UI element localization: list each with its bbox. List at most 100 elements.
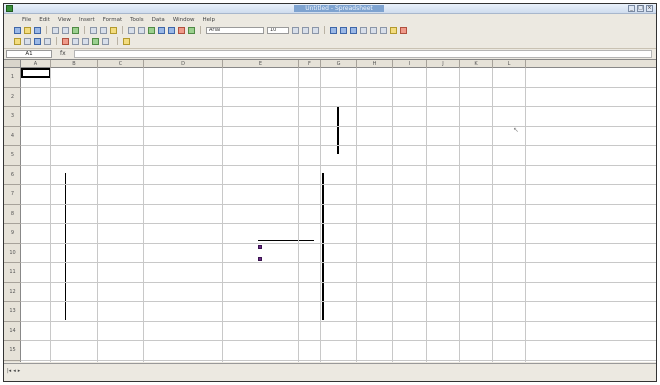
row-header[interactable]: 6 <box>4 166 21 185</box>
font-size-select[interactable]: 10 <box>267 26 289 34</box>
spellcheck-icon[interactable] <box>72 26 79 34</box>
percent-icon[interactable] <box>380 26 387 34</box>
column-header[interactable]: H <box>357 60 393 68</box>
function-icon[interactable] <box>44 37 51 45</box>
cell-area[interactable]: ↖ <box>21 68 656 362</box>
column-header[interactable]: G <box>321 60 357 68</box>
column-header[interactable]: B <box>51 60 98 68</box>
highlight-icon[interactable] <box>123 37 130 45</box>
select-all-corner[interactable] <box>4 60 21 68</box>
legend-entry <box>258 245 265 249</box>
maximize-button[interactable]: □ <box>637 5 644 12</box>
insert-row-icon[interactable] <box>72 37 79 45</box>
underline-icon[interactable] <box>312 26 319 34</box>
next-sheet-icon[interactable]: ▸ <box>18 368 21 374</box>
column-header[interactable]: J <box>427 60 460 68</box>
menu-data[interactable]: Data <box>152 17 165 23</box>
embedded-chart[interactable] <box>65 173 324 320</box>
menu-tools[interactable]: Tools <box>130 17 144 23</box>
new-document-icon[interactable] <box>14 26 21 34</box>
grid-line <box>21 203 656 205</box>
bold-icon[interactable] <box>292 26 299 34</box>
toolbar-separator <box>324 26 325 34</box>
print-icon[interactable] <box>52 26 59 34</box>
undo-icon[interactable] <box>128 26 135 34</box>
row-header[interactable]: 14 <box>4 322 21 341</box>
first-sheet-icon[interactable]: |◂ <box>7 368 11 374</box>
chart-icon[interactable] <box>178 26 185 34</box>
column-header[interactable]: D <box>144 60 223 68</box>
copy-icon[interactable] <box>100 26 107 34</box>
freeze-icon[interactable] <box>102 37 109 45</box>
row-header[interactable]: 2 <box>4 88 21 107</box>
font-color-icon[interactable] <box>400 26 407 34</box>
row-headers: 1 2 3 4 5 6 7 8 9 10 11 12 13 14 15 <box>4 68 21 362</box>
redo-icon[interactable] <box>138 26 145 34</box>
insert-column-icon[interactable] <box>82 37 89 45</box>
row-header[interactable]: 7 <box>4 185 21 205</box>
column-header[interactable]: I <box>393 60 427 68</box>
font-name-select[interactable]: Arial <box>206 26 264 34</box>
sort-ascending-icon[interactable] <box>158 26 165 34</box>
grid-line <box>21 145 656 146</box>
grid-line <box>21 125 656 127</box>
menu-edit[interactable]: Edit <box>39 17 50 23</box>
row-header[interactable]: 10 <box>4 244 21 263</box>
menu-format[interactable]: Format <box>103 17 122 23</box>
save-icon[interactable] <box>34 26 41 34</box>
minimize-button[interactable]: _ <box>628 5 635 12</box>
align-right-icon[interactable] <box>350 26 357 34</box>
paste-icon[interactable] <box>110 26 117 34</box>
italic-icon[interactable] <box>302 26 309 34</box>
menu-file[interactable]: File <box>22 17 31 23</box>
row-header[interactable]: 5 <box>4 146 21 166</box>
column-header[interactable]: L <box>493 60 526 68</box>
row-header[interactable]: 1 <box>4 68 21 88</box>
currency-icon[interactable] <box>370 26 377 34</box>
chart-border-right <box>322 173 324 320</box>
column-header[interactable]: F <box>299 60 321 68</box>
cut-icon[interactable] <box>90 26 97 34</box>
column-header[interactable]: C <box>98 60 144 68</box>
column-header[interactable]: K <box>460 60 493 68</box>
close-button[interactable]: × <box>646 5 653 12</box>
menu-insert[interactable]: Insert <box>79 17 95 23</box>
hyperlink-icon[interactable] <box>148 26 155 34</box>
selected-cell[interactable] <box>21 68 51 78</box>
row-header[interactable]: 9 <box>4 224 21 244</box>
grid-line <box>356 68 357 362</box>
folder-icon[interactable] <box>14 37 21 45</box>
menu-window[interactable]: Window <box>173 17 195 23</box>
align-left-icon[interactable] <box>330 26 337 34</box>
function-wizard-icon[interactable]: fx <box>60 50 70 58</box>
menu-view[interactable]: View <box>58 17 71 23</box>
formula-input[interactable] <box>74 49 652 58</box>
table-icon[interactable] <box>24 37 31 45</box>
merge-cells-icon[interactable] <box>360 26 367 34</box>
grid-line <box>492 68 493 362</box>
row-header[interactable]: 11 <box>4 263 21 283</box>
delete-icon[interactable] <box>62 37 69 45</box>
row-header[interactable]: 4 <box>4 127 21 146</box>
column-header[interactable]: A <box>21 60 51 68</box>
column-header[interactable]: E <box>223 60 299 68</box>
row-header[interactable]: 13 <box>4 302 21 322</box>
row-header[interactable]: 15 <box>4 341 21 361</box>
menu-help[interactable]: Help <box>203 17 216 23</box>
prev-sheet-icon[interactable]: ◂ <box>13 368 16 374</box>
row-header[interactable]: 3 <box>4 107 21 127</box>
row-header[interactable]: 12 <box>4 283 21 302</box>
grid-line <box>21 184 656 185</box>
open-folder-icon[interactable] <box>24 26 31 34</box>
sort-descending-icon[interactable] <box>168 26 175 34</box>
draw-icon[interactable] <box>188 26 195 34</box>
print-preview-icon[interactable] <box>62 26 69 34</box>
filter-icon[interactable] <box>92 37 99 45</box>
grid-line <box>21 164 656 166</box>
status-bar: |◂ ◂ ▸ <box>4 363 656 381</box>
fill-color-icon[interactable] <box>390 26 397 34</box>
align-center-icon[interactable] <box>340 26 347 34</box>
sum-icon[interactable] <box>34 37 41 45</box>
row-header[interactable]: 8 <box>4 205 21 224</box>
name-box[interactable]: A1 <box>6 49 52 58</box>
